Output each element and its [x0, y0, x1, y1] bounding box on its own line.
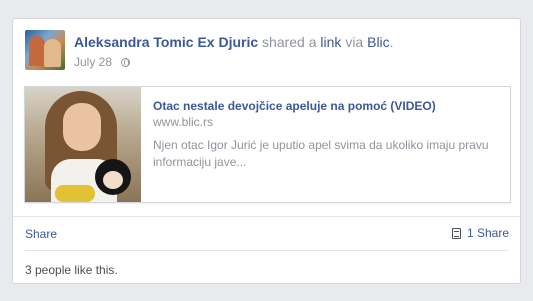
- preview-description: Njen otac Igor Jurić je uputio apel svim…: [153, 138, 489, 169]
- shares-count: 1 Share: [466, 226, 509, 240]
- avatar-figure: [29, 36, 45, 66]
- action-text: shared a: [262, 34, 317, 50]
- shares-count-link[interactable]: 1 Share: [451, 226, 509, 240]
- source-link[interactable]: Blic: [367, 34, 390, 50]
- post-card: Aleksandra Tomic Ex Djuric shared a link…: [12, 18, 521, 284]
- share-button[interactable]: Share: [25, 227, 57, 241]
- link-word[interactable]: link: [320, 34, 341, 50]
- post-date[interactable]: July 28: [74, 55, 112, 69]
- preview-title[interactable]: Otac nestale devojčice apeluje na pomoć …: [153, 99, 436, 113]
- link-preview[interactable]: Otac nestale devojčice apeluje na pomoć …: [24, 86, 511, 203]
- author-avatar[interactable]: [25, 30, 65, 70]
- via-text: via: [345, 34, 364, 50]
- preview-domain: www.blic.rs: [153, 115, 214, 129]
- globe-icon[interactable]: [121, 58, 131, 67]
- divider: [25, 250, 508, 251]
- preview-thumbnail[interactable]: [25, 87, 141, 202]
- shares-doc-icon: [451, 228, 461, 239]
- likes-summary[interactable]: 3 people like this.: [25, 263, 118, 277]
- divider: [13, 216, 520, 217]
- avatar-figure: [44, 39, 61, 67]
- post-meta: July 28: [74, 55, 131, 69]
- author-name[interactable]: Aleksandra Tomic Ex Djuric: [74, 34, 258, 50]
- post-header: Aleksandra Tomic Ex Djuric shared a link…: [74, 34, 394, 50]
